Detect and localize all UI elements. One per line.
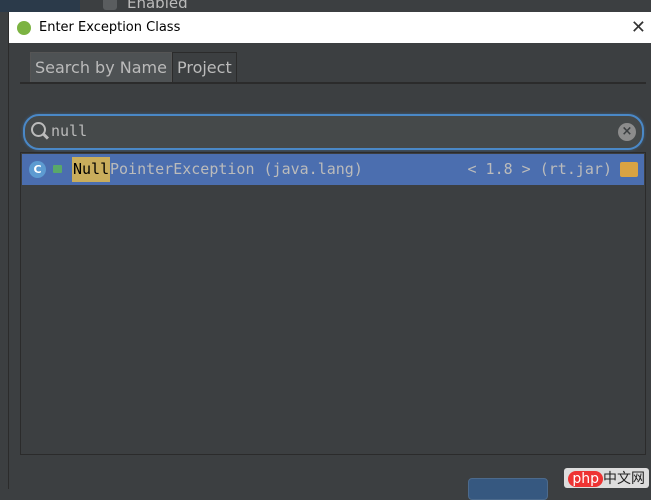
android-studio-icon (17, 20, 31, 35)
close-icon[interactable]: ✕ (631, 17, 646, 38)
exception-class-dialog: Enter Exception Class ✕ Search by Name P… (8, 12, 651, 500)
class-name: PointerException (java.lang) (110, 160, 363, 178)
library-jar-icon (620, 162, 638, 177)
class-icon: C (29, 161, 46, 178)
background-panel (0, 0, 80, 12)
search-icon (31, 122, 46, 137)
tab-divider (20, 82, 646, 84)
title-bar: Enter Exception Class ✕ (9, 12, 651, 43)
public-access-icon (53, 165, 62, 173)
results-list: C Null PointerException (java.lang) < 1.… (20, 152, 646, 455)
library-version: < 1.8 > (rt.jar) (467, 160, 613, 178)
tab-search-by-name[interactable]: Search by Name (30, 52, 172, 84)
enabled-checkbox[interactable] (103, 0, 117, 10)
watermark-text: 中文网 (603, 471, 645, 487)
background-window (0, 0, 651, 12)
list-item[interactable]: C Null PointerException (java.lang) < 1.… (22, 154, 644, 185)
watermark: php 中文网 (564, 468, 649, 488)
tab-bar: Search by Name Project (30, 52, 237, 84)
search-value[interactable]: null (51, 122, 87, 140)
ok-button[interactable] (468, 478, 548, 500)
tab-project[interactable]: Project (171, 52, 237, 84)
enabled-label: Enabled (127, 0, 188, 12)
dialog-title: Enter Exception Class (39, 20, 181, 35)
clear-search-icon[interactable]: × (618, 123, 636, 141)
watermark-brand: php (568, 471, 603, 487)
search-input[interactable]: null × (23, 114, 644, 150)
match-highlight: Null (72, 157, 111, 182)
